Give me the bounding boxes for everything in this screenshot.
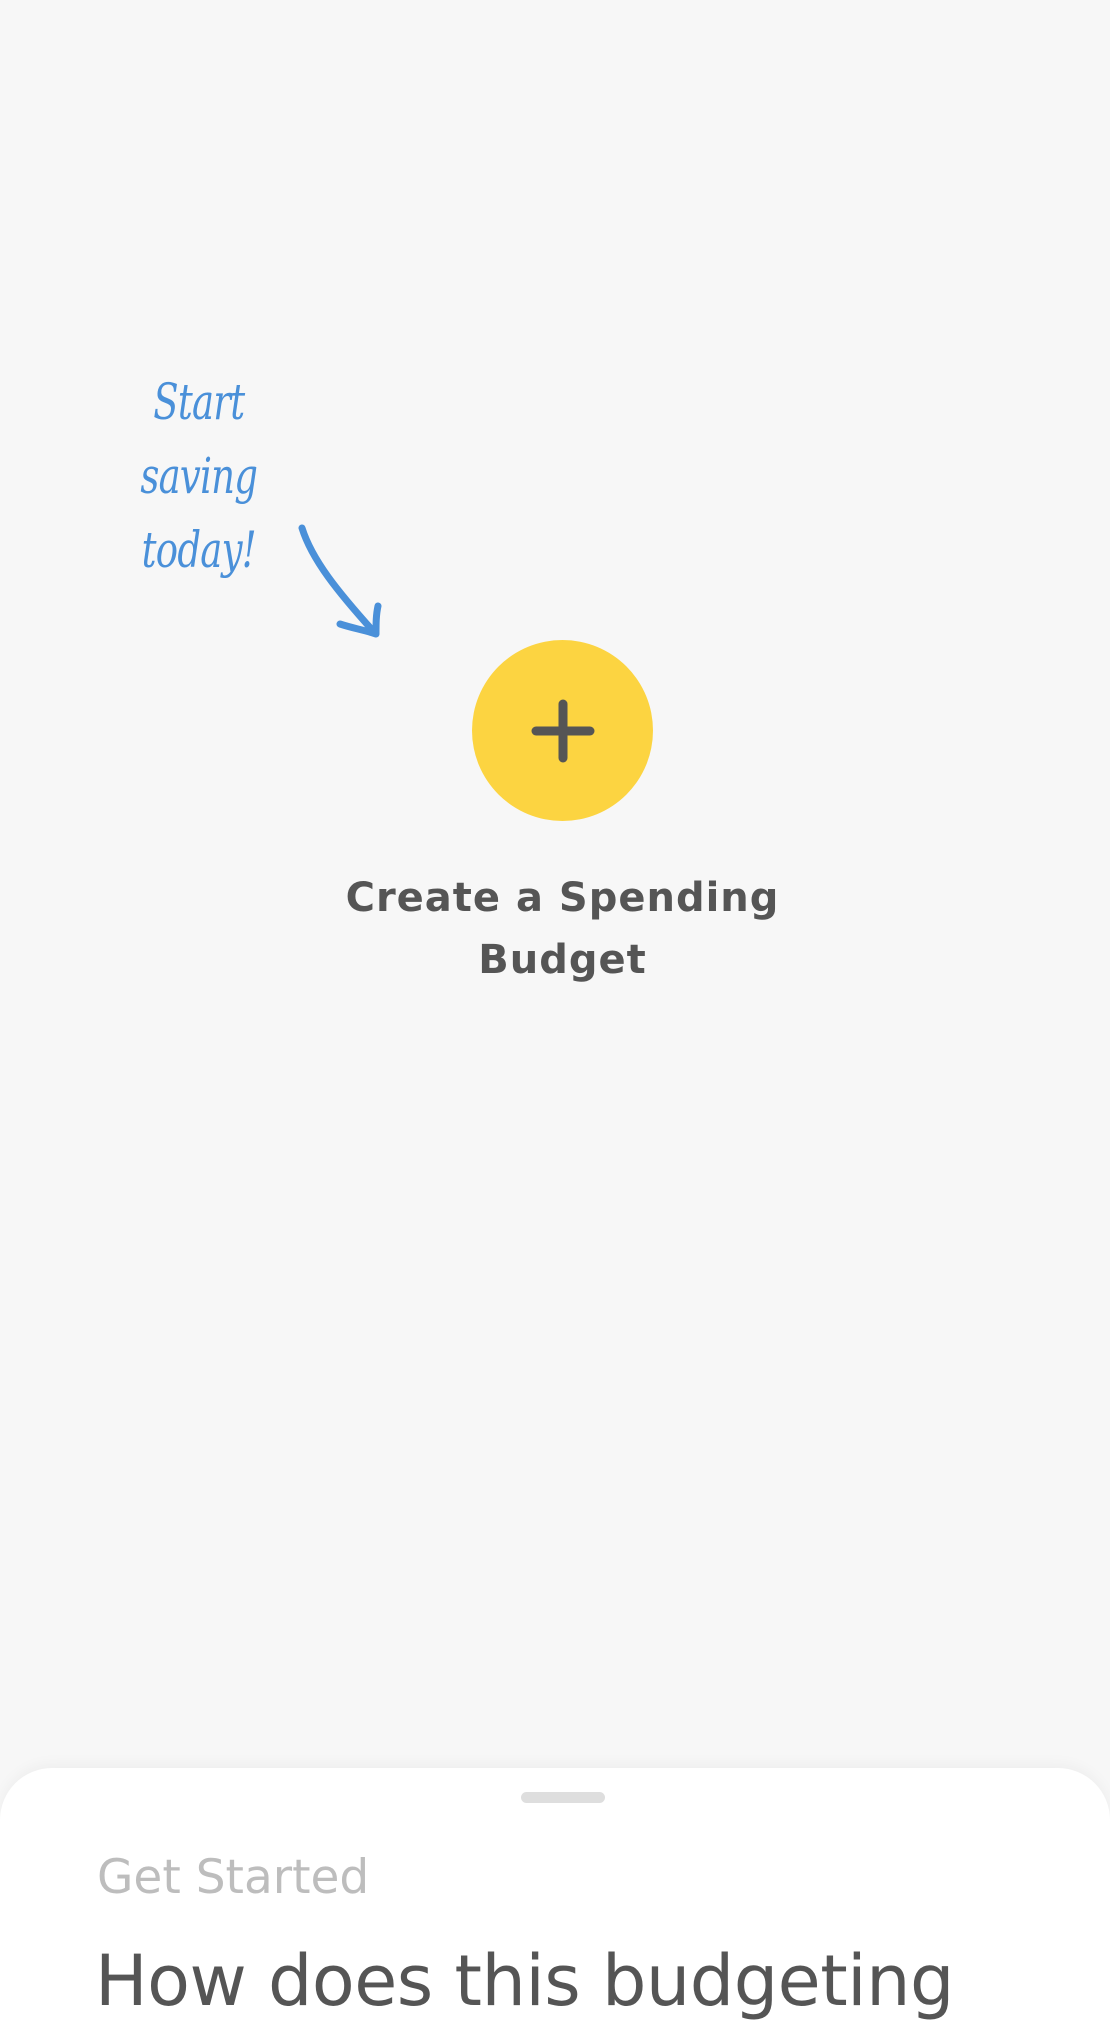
budget-screen: Start saving today! Create a Spending Bu…: [0, 0, 1110, 2023]
add-budget-button[interactable]: [472, 640, 653, 821]
create-budget-label[interactable]: Create a Spending Budget: [255, 867, 870, 991]
create-budget-line-2[interactable]: Budget: [255, 929, 870, 991]
get-started-bottom-sheet[interactable]: Get Started How does this budgeting: [0, 1768, 1110, 2023]
sheet-title: How does this budgeting: [95, 1940, 954, 2022]
drag-handle[interactable]: [521, 1792, 605, 1803]
start-saving-annotation: Start saving today!: [110, 365, 288, 587]
hand-drawn-arrow-icon: [298, 524, 382, 638]
plus-icon: [531, 699, 594, 762]
annotation-line-2: today!: [141, 521, 257, 579]
create-budget-line-1[interactable]: Create a Spending: [255, 867, 870, 929]
sheet-eyebrow: Get Started: [97, 1850, 370, 1905]
annotation-line-1: Start saving: [140, 373, 258, 505]
